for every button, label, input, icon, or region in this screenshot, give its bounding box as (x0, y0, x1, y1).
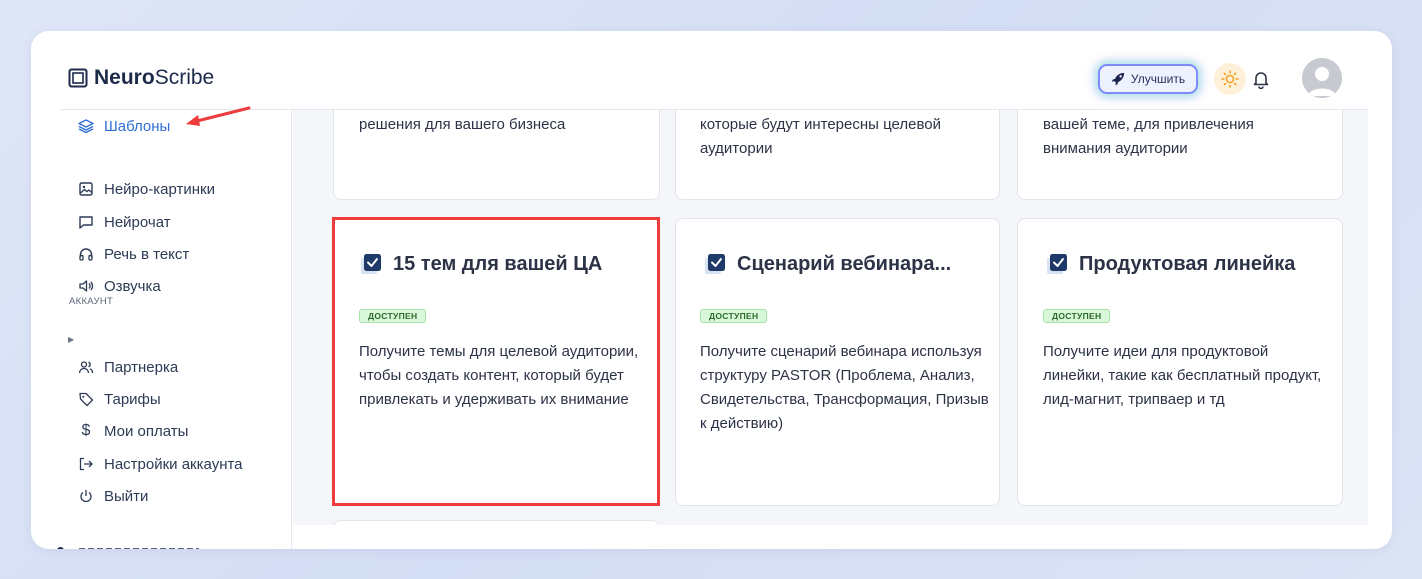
sidebar-item-label: Тарифы (104, 390, 161, 408)
card-description: решения для вашего бизнеса (359, 116, 566, 133)
card-description: Получите сценарий вебинара используя стр… (700, 343, 989, 432)
avatar-icon (1302, 58, 1342, 98)
sidebar-item-neuro-images[interactable]: Нейро-картинки (77, 178, 215, 200)
card-title: Продуктовая линейка (1047, 252, 1295, 276)
sidebar-item-label: Нейро-картинки (104, 180, 215, 198)
card-title-text: Сценарий вебинара... (737, 252, 952, 275)
app-logo[interactable]: Neuro Scribe (68, 66, 214, 90)
logo-text-bold: Neuro (94, 66, 155, 89)
theme-toggle-button[interactable] (1214, 63, 1246, 95)
notifications-button[interactable] (1249, 67, 1273, 91)
sidebar-item-label: Выйти (104, 487, 149, 505)
template-card[interactable]: Сценарий вебинара... ДОСТУПЕН Получите с… (675, 218, 1000, 506)
top-header: Neuro Scribe Улучшить (31, 31, 1392, 111)
sidebar-item-logout[interactable]: Выйти (77, 485, 148, 507)
template-card[interactable]: которые будут интересны целевой аудитори… (675, 110, 1000, 200)
logout-arrow-icon (77, 455, 95, 473)
headphones-icon (77, 245, 95, 263)
templates-grid: решения для вашего бизнеса которые будут… (293, 110, 1368, 525)
logo-icon (68, 68, 88, 88)
annotation-arrow (186, 106, 251, 126)
section-label-account: АККАУНТ (69, 296, 114, 307)
bell-icon (1253, 72, 1269, 89)
sidebar-item-neurochat[interactable]: Нейрочат (77, 211, 171, 233)
upgrade-button[interactable]: Улучшить (1098, 64, 1198, 94)
sidebar-item-account-settings[interactable]: Настройки аккаунта (77, 453, 243, 475)
checkbox-icon (361, 254, 381, 274)
card-title-text: Продуктовая линейка (1079, 252, 1296, 275)
status-badge: ДОСТУПЕН (359, 309, 427, 323)
template-card[interactable]: Продуктовая линейка ДОСТУПЕН Получите ид… (1017, 218, 1343, 506)
app-window: Neuro Scribe Улучшить Шаблоны Нейро-карт… (31, 31, 1392, 549)
chat-icon (77, 213, 95, 231)
sidebar: Шаблоны Нейро-картинки Нейрочат Речь в т… (31, 106, 292, 549)
sidebar-item-label: Мои оплаты (104, 422, 189, 440)
checkbox-icon (705, 254, 725, 274)
checkbox-icon (1047, 254, 1067, 274)
user-avatar[interactable] (1302, 58, 1342, 98)
sidebar-item-cutoff (57, 547, 207, 549)
logo-text-light: Scribe (154, 66, 215, 89)
sidebar-item-label: Настройки аккаунта (104, 455, 243, 473)
sidebar-item-speech-to-text[interactable]: Речь в текст (77, 243, 189, 265)
sidebar-item-my-payments[interactable]: $ Мои оплаты (77, 420, 189, 442)
users-icon (77, 358, 95, 376)
speaker-icon (77, 277, 95, 295)
sidebar-item-label: Партнерка (104, 358, 179, 376)
card-description: которые будут интересны целевой аудитори… (700, 116, 941, 157)
status-badge: ДОСТУПЕН (1043, 309, 1111, 323)
tag-icon (77, 390, 95, 408)
card-description: Получите идеи для продуктовой линейки, т… (1043, 343, 1322, 408)
dollar-icon: $ (81, 422, 91, 439)
expand-caret-icon[interactable]: ▶ (68, 335, 74, 344)
card-title: 15 тем для вашей ЦА (361, 252, 602, 276)
card-description: Получите темы для целевой аудитории, что… (359, 343, 639, 408)
card-title: Сценарий вебинара... (705, 252, 951, 276)
template-card[interactable]: решения для вашего бизнеса (333, 110, 660, 200)
sidebar-item-label: Нейрочат (104, 213, 171, 231)
template-card[interactable]: 15 тем для вашей ЦА ДОСТУПЕН Получите те… (333, 218, 660, 506)
sidebar-item-partners[interactable]: Партнерка (77, 356, 178, 378)
upgrade-label: Улучшить (1130, 72, 1186, 86)
sidebar-item-label: Речь в текст (104, 245, 190, 263)
template-card[interactable]: вашей теме, для привлечения внимания ауд… (1017, 110, 1343, 200)
sidebar-item-tariffs[interactable]: Тарифы (77, 388, 161, 410)
card-title-text: 15 тем для вашей ЦА (393, 252, 603, 275)
image-icon (77, 180, 95, 198)
sidebar-item-label: Шаблоны (104, 117, 171, 135)
sun-icon (1221, 70, 1239, 88)
layers-icon (77, 117, 95, 135)
sidebar-item-voiceover[interactable]: Озвучка (77, 275, 161, 297)
template-card[interactable] (333, 520, 660, 525)
sidebar-item-templates[interactable]: Шаблоны (77, 115, 170, 137)
power-icon (77, 487, 95, 505)
card-description: вашей теме, для привлечения внимания ауд… (1043, 116, 1254, 157)
sidebar-item-label: Озвучка (104, 277, 161, 295)
status-badge: ДОСТУПЕН (700, 309, 768, 323)
rocket-icon (1111, 72, 1125, 86)
